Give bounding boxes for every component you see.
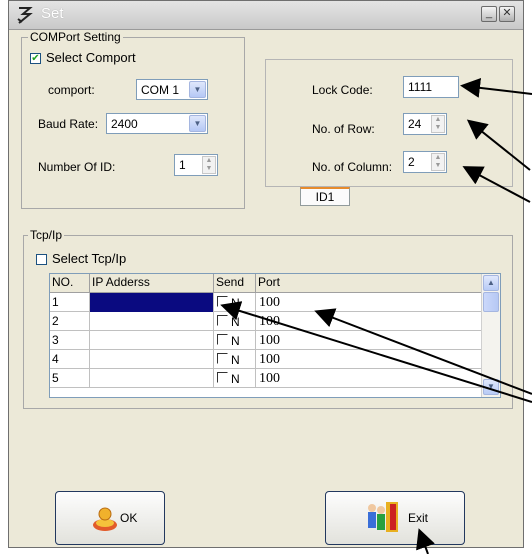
select-comport-checkbox[interactable]: ✔ xyxy=(30,53,41,64)
chevron-down-icon[interactable]: ▼ xyxy=(189,81,206,98)
close-icon: ✕ xyxy=(502,7,512,19)
send-cell[interactable]: N xyxy=(214,331,256,350)
send-checkbox[interactable] xyxy=(217,315,228,326)
select-tcpip-checkbox[interactable] xyxy=(36,254,47,265)
send-cell[interactable]: N xyxy=(214,369,256,388)
send-cell[interactable]: N xyxy=(214,293,256,312)
comport-value: COM 1 xyxy=(141,83,180,97)
window-title: Set xyxy=(41,5,64,22)
lock-code-value: 1111 xyxy=(408,80,433,94)
spinner-arrows-icon[interactable]: ▲ ▼ xyxy=(431,115,445,133)
select-tcpip-label: Select Tcp/Ip xyxy=(52,251,127,266)
ok-label: OK xyxy=(120,511,138,525)
number-of-id-stepper[interactable]: 1 ▲ ▼ xyxy=(174,154,218,176)
minimize-icon: _ xyxy=(485,7,493,19)
table-row[interactable]: 4 N 100 xyxy=(50,350,482,369)
send-checkbox[interactable] xyxy=(217,334,228,345)
spinner-arrows-icon[interactable]: ▲ ▼ xyxy=(202,156,216,174)
port-cell[interactable]: 100 xyxy=(256,369,482,388)
column-count-stepper[interactable]: 2 ▲ ▼ xyxy=(403,151,447,173)
row-no-cell: 3 xyxy=(50,331,90,350)
column-header-ip[interactable]: IP Adderss xyxy=(90,274,214,292)
scroll-down-button[interactable]: ▼ xyxy=(483,379,499,395)
tab-id1[interactable]: ID1 xyxy=(300,187,350,206)
checkmark-icon: ✔ xyxy=(31,53,40,64)
table-row[interactable]: 2 N 100 xyxy=(50,312,482,331)
number-of-id-label: Number Of ID: xyxy=(38,160,116,174)
set-dialog: Set _ ✕ COMPort Setting ✔ Select Comport… xyxy=(8,0,524,548)
row-no-cell: 4 xyxy=(50,350,90,369)
row-count-label: No. of Row: xyxy=(312,122,375,136)
chevron-down-icon[interactable]: ▼ xyxy=(189,115,206,132)
ok-icon xyxy=(93,507,117,531)
send-checkbox[interactable] xyxy=(217,372,228,383)
port-cell[interactable]: 100 xyxy=(256,331,482,350)
column-count-value: 2 xyxy=(408,155,415,169)
comport-setting-group: COMPort Setting ✔ Select Comport comport… xyxy=(21,30,245,209)
title-bar[interactable]: Set _ ✕ xyxy=(9,1,523,30)
port-cell[interactable]: 100 xyxy=(256,350,482,369)
table-row[interactable]: 5 N 100 xyxy=(50,369,482,388)
row-no-cell: 5 xyxy=(50,369,90,388)
select-comport-label: Select Comport xyxy=(46,50,136,65)
send-cell[interactable]: N xyxy=(214,350,256,369)
table-row[interactable]: 1 N 100 xyxy=(50,293,482,312)
table-scrollbar[interactable]: ▲ ▼ xyxy=(481,274,500,397)
column-count-label: No. of Column: xyxy=(312,160,393,174)
lock-code-input[interactable]: 1111 xyxy=(403,76,459,98)
spinner-arrows-icon[interactable]: ▲ ▼ xyxy=(431,153,445,171)
column-header-port[interactable]: Port xyxy=(256,274,482,292)
exit-people-icon xyxy=(368,502,398,532)
exit-button[interactable]: Exit xyxy=(325,491,465,545)
column-header-send[interactable]: Send xyxy=(214,274,256,292)
app-icon xyxy=(17,7,33,24)
ip-address-cell[interactable] xyxy=(90,369,214,388)
row-no-cell: 1 xyxy=(50,293,90,312)
minimize-button[interactable]: _ xyxy=(481,6,497,22)
port-cell[interactable]: 100 xyxy=(256,312,482,331)
row-count-value: 24 xyxy=(408,117,422,131)
send-checkbox[interactable] xyxy=(217,296,228,307)
row-count-stepper[interactable]: 24 ▲ ▼ xyxy=(403,113,447,135)
comport-select[interactable]: COM 1 ▼ xyxy=(136,79,208,100)
ok-button[interactable]: OK xyxy=(55,491,165,545)
comport-label: comport: xyxy=(48,83,95,97)
column-header-no[interactable]: NO. xyxy=(50,274,90,292)
send-cell[interactable]: N xyxy=(214,312,256,331)
row-no-cell: 2 xyxy=(50,312,90,331)
table-row[interactable]: 3 N 100 xyxy=(50,331,482,350)
ip-address-cell[interactable] xyxy=(90,350,214,369)
chevron-up-icon: ▲ xyxy=(487,278,495,287)
tcpip-group-legend: Tcp/Ip xyxy=(28,228,65,242)
ip-address-cell[interactable] xyxy=(90,293,214,312)
ip-address-cell[interactable] xyxy=(90,331,214,350)
baud-rate-label: Baud Rate: xyxy=(38,117,99,131)
ip-address-table[interactable]: NO. IP Adderss Send Port 1 N 100 2 N 100… xyxy=(49,273,501,398)
scroll-thumb[interactable] xyxy=(483,292,499,312)
display-settings-group: Lock Code: 1111 No. of Row: 24 ▲ ▼ No. of… xyxy=(265,59,513,187)
table-header: NO. IP Adderss Send Port xyxy=(50,274,482,293)
baud-rate-select[interactable]: 2400 ▼ xyxy=(106,113,208,134)
chevron-down-icon: ▼ xyxy=(487,382,495,391)
port-cell[interactable]: 100 xyxy=(256,293,482,312)
exit-label: Exit xyxy=(408,511,429,525)
lock-code-label: Lock Code: xyxy=(312,83,373,97)
close-button[interactable]: ✕ xyxy=(499,6,515,22)
number-of-id-value: 1 xyxy=(179,158,186,172)
comport-group-legend: COMPort Setting xyxy=(28,30,123,44)
baud-rate-value: 2400 xyxy=(111,117,138,131)
ip-address-cell[interactable] xyxy=(90,312,214,331)
send-checkbox[interactable] xyxy=(217,353,228,364)
scroll-up-button[interactable]: ▲ xyxy=(483,275,499,291)
